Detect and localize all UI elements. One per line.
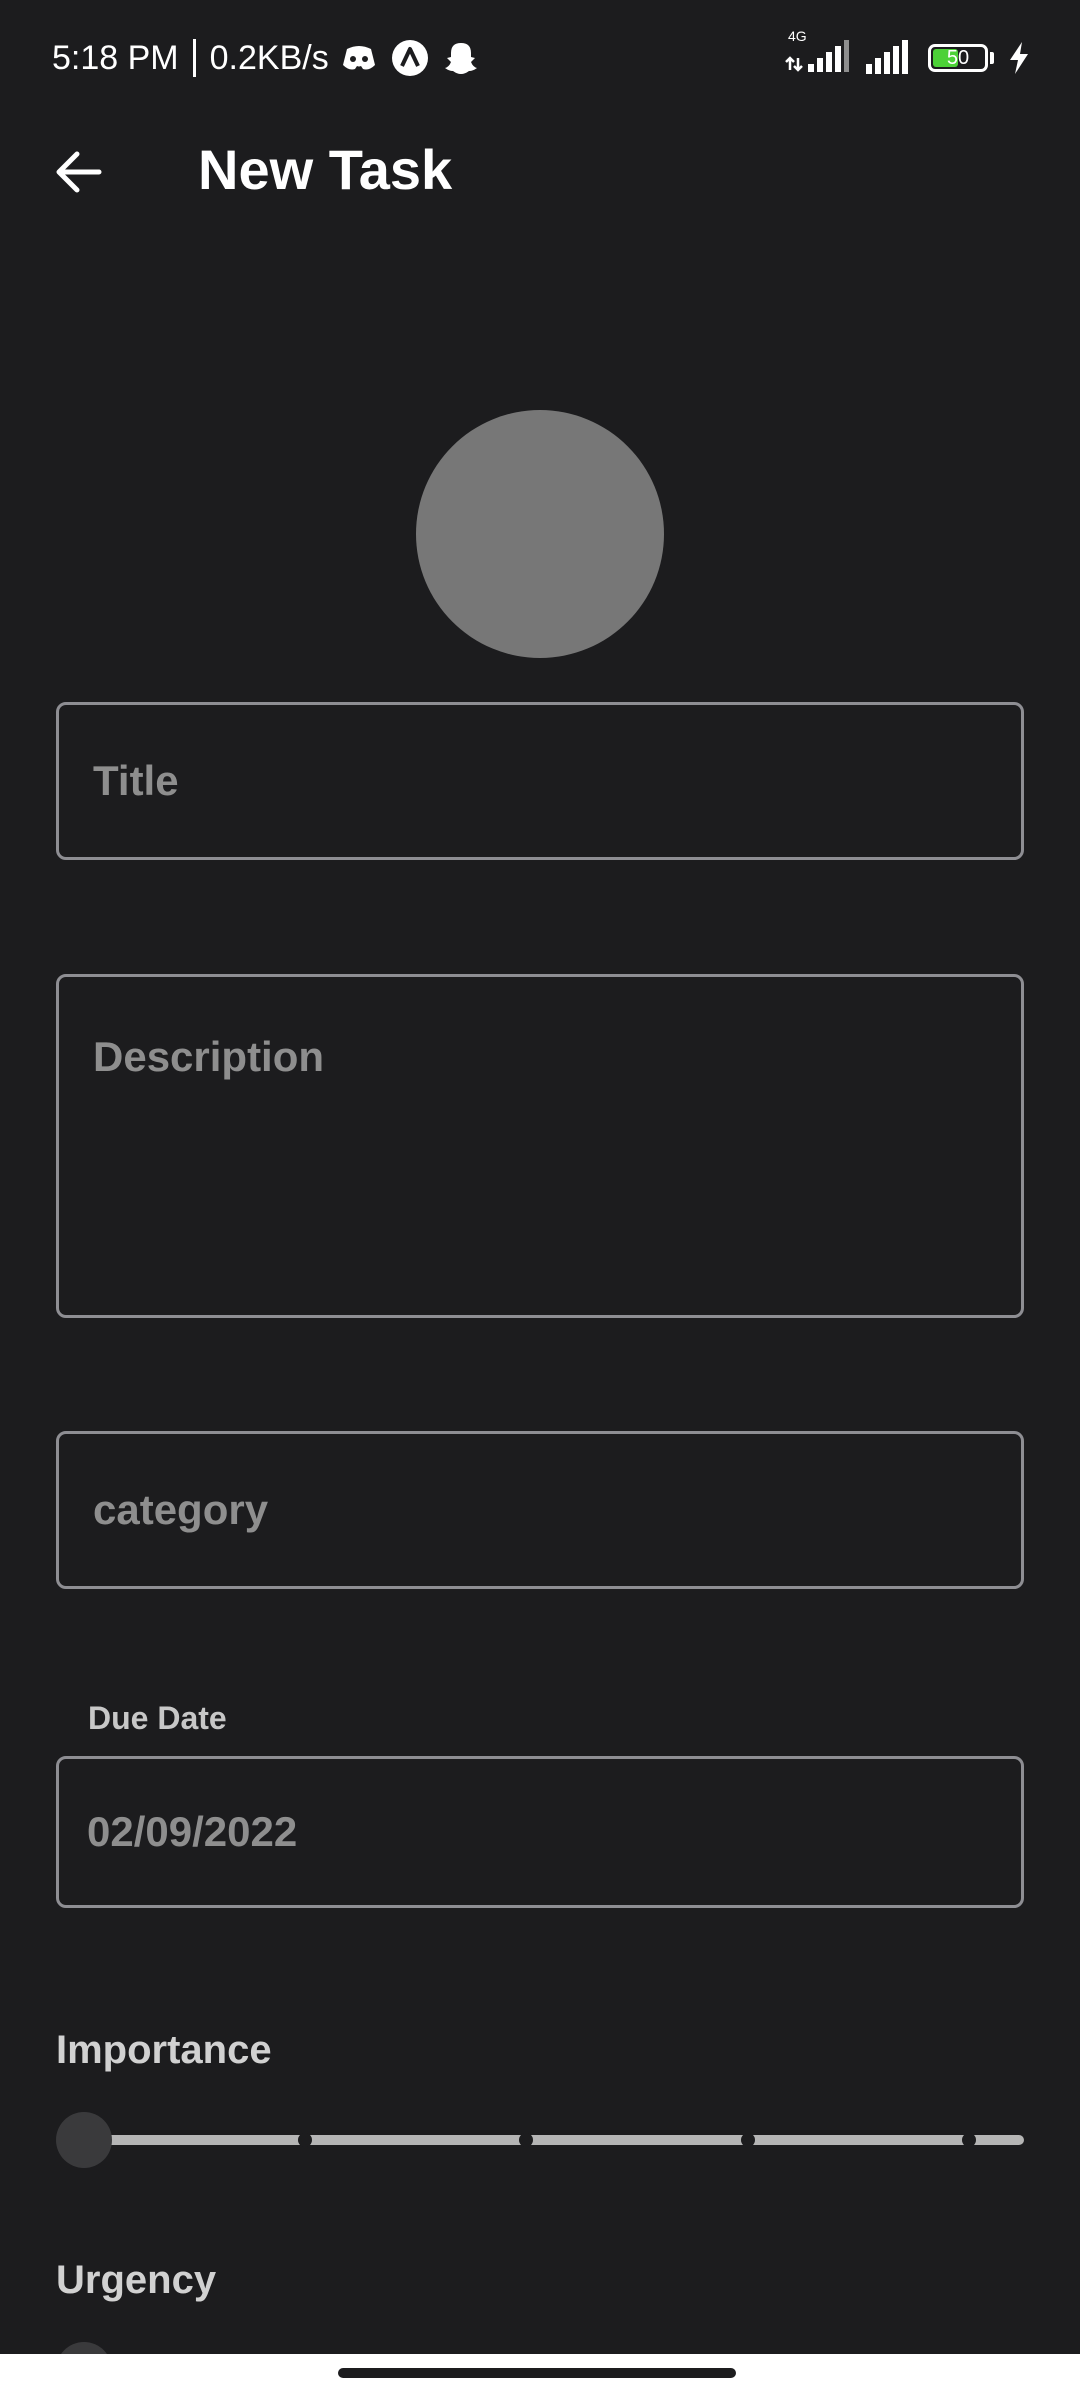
- status-net-speed: 0.2KB/s: [209, 38, 329, 77]
- status-bar: 5:18 PM 0.2KB/s 4G 50: [0, 0, 1080, 110]
- due-date-value: 02/09/2022: [87, 1808, 298, 1855]
- mobile-data-indicator: 4G: [784, 28, 850, 81]
- importance-slider-thumb[interactable]: [56, 2112, 112, 2168]
- battery-indicator: 50: [928, 44, 994, 72]
- snapchat-icon: [444, 43, 477, 74]
- status-left: 5:18 PM 0.2KB/s: [52, 34, 493, 82]
- charging-bolt-icon: [1010, 42, 1028, 74]
- signal-icon: [866, 40, 908, 74]
- due-date-label: Due Date: [88, 1700, 227, 1736]
- status-separator: [192, 39, 196, 77]
- description-input[interactable]: [56, 974, 1024, 1318]
- importance-label: Importance: [56, 2028, 272, 2072]
- status-right: 4G 50: [770, 28, 1030, 82]
- due-date-field[interactable]: 02/09/2022: [56, 1756, 1024, 1908]
- page-title: New Task: [198, 138, 453, 201]
- back-button[interactable]: [48, 142, 108, 202]
- discord-icon: [342, 46, 375, 70]
- notification-icons: [341, 39, 493, 77]
- battery-level: 50: [946, 46, 970, 69]
- importance-slider-track[interactable]: [84, 2135, 1024, 2145]
- importance-slider-tick: [961, 2133, 976, 2147]
- app-bar: New Task: [0, 120, 1080, 220]
- battery-icon: 50: [928, 44, 988, 72]
- title-input[interactable]: [56, 702, 1024, 860]
- importance-slider[interactable]: [56, 2112, 1024, 2168]
- home-indicator[interactable]: [338, 2368, 736, 2378]
- importance-slider-tick: [740, 2133, 755, 2147]
- a-app-icon: [391, 40, 428, 76]
- network-type: 4G: [788, 27, 807, 44]
- battery-tip: [990, 52, 994, 64]
- arrow-left-icon: [56, 151, 102, 193]
- system-navigation-bar: [0, 2354, 1080, 2400]
- task-image-picker[interactable]: [416, 410, 664, 658]
- new-task-screen: 5:18 PM 0.2KB/s 4G 50 New Task Title Des…: [0, 0, 1080, 2400]
- urgency-label: Urgency: [56, 2258, 217, 2302]
- category-input[interactable]: [56, 1431, 1024, 1589]
- status-time: 5:18 PM: [52, 38, 179, 77]
